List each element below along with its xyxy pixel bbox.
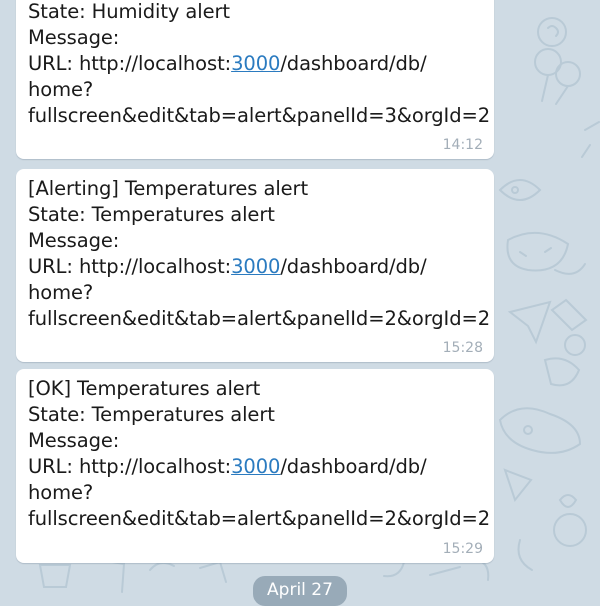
message-url-query-line: fullscreen&edit&tab=alert&panelId=2&orgI… [28, 307, 491, 330]
date-separator: April 27 [253, 576, 347, 606]
message-bubble[interactable]: [Alerting] Temperatures alert State: Tem… [16, 169, 494, 362]
message-state-line: State: Temperatures alert [28, 403, 275, 426]
message-title-line: [Alerting] Temperatures alert [28, 177, 308, 200]
message-url-line: URL: http://localhost:3000/dashboard/db/ [28, 454, 484, 480]
url-prefix: URL: http://localhost: [28, 52, 232, 75]
message-bubble[interactable]: State: Humidity alert Message: URL: http… [16, 0, 494, 159]
message-url-home-line: home? [28, 481, 94, 504]
url-prefix: URL: http://localhost: [28, 255, 232, 278]
message-url-line: URL: http://localhost:3000/dashboard/db/ [28, 254, 484, 280]
url-suffix: /dashboard/db/ [280, 255, 427, 278]
url-port-link[interactable]: 3000 [231, 52, 280, 75]
url-suffix: /dashboard/db/ [280, 52, 427, 75]
url-port-link[interactable]: 3000 [231, 255, 280, 278]
message-bubble[interactable]: [OK] Temperatures alert State: Temperatu… [16, 369, 494, 563]
message-message-line: Message: [28, 26, 120, 49]
message-state-line: State: Temperatures alert [28, 203, 275, 226]
url-suffix: /dashboard/db/ [280, 455, 427, 478]
message-url-home-line: home? [28, 281, 94, 304]
message-timestamp: 15:28 [442, 340, 483, 356]
message-message-line: Message: [28, 429, 120, 452]
url-port-link[interactable]: 3000 [231, 455, 280, 478]
message-url-query-line: fullscreen&edit&tab=alert&panelId=3&orgI… [28, 104, 491, 127]
message-url-home-line: home? [28, 78, 94, 101]
message-timestamp: 15:29 [442, 541, 483, 557]
url-prefix: URL: http://localhost: [28, 455, 232, 478]
message-title-line: [OK] Temperatures alert [28, 377, 261, 400]
message-state-line: State: Humidity alert [28, 0, 230, 23]
message-timestamp: 14:12 [442, 137, 483, 153]
message-url-query-line: fullscreen&edit&tab=alert&panelId=2&orgI… [28, 507, 491, 530]
message-message-line: Message: [28, 229, 120, 252]
message-url-line: URL: http://localhost:3000/dashboard/db/ [28, 51, 484, 77]
